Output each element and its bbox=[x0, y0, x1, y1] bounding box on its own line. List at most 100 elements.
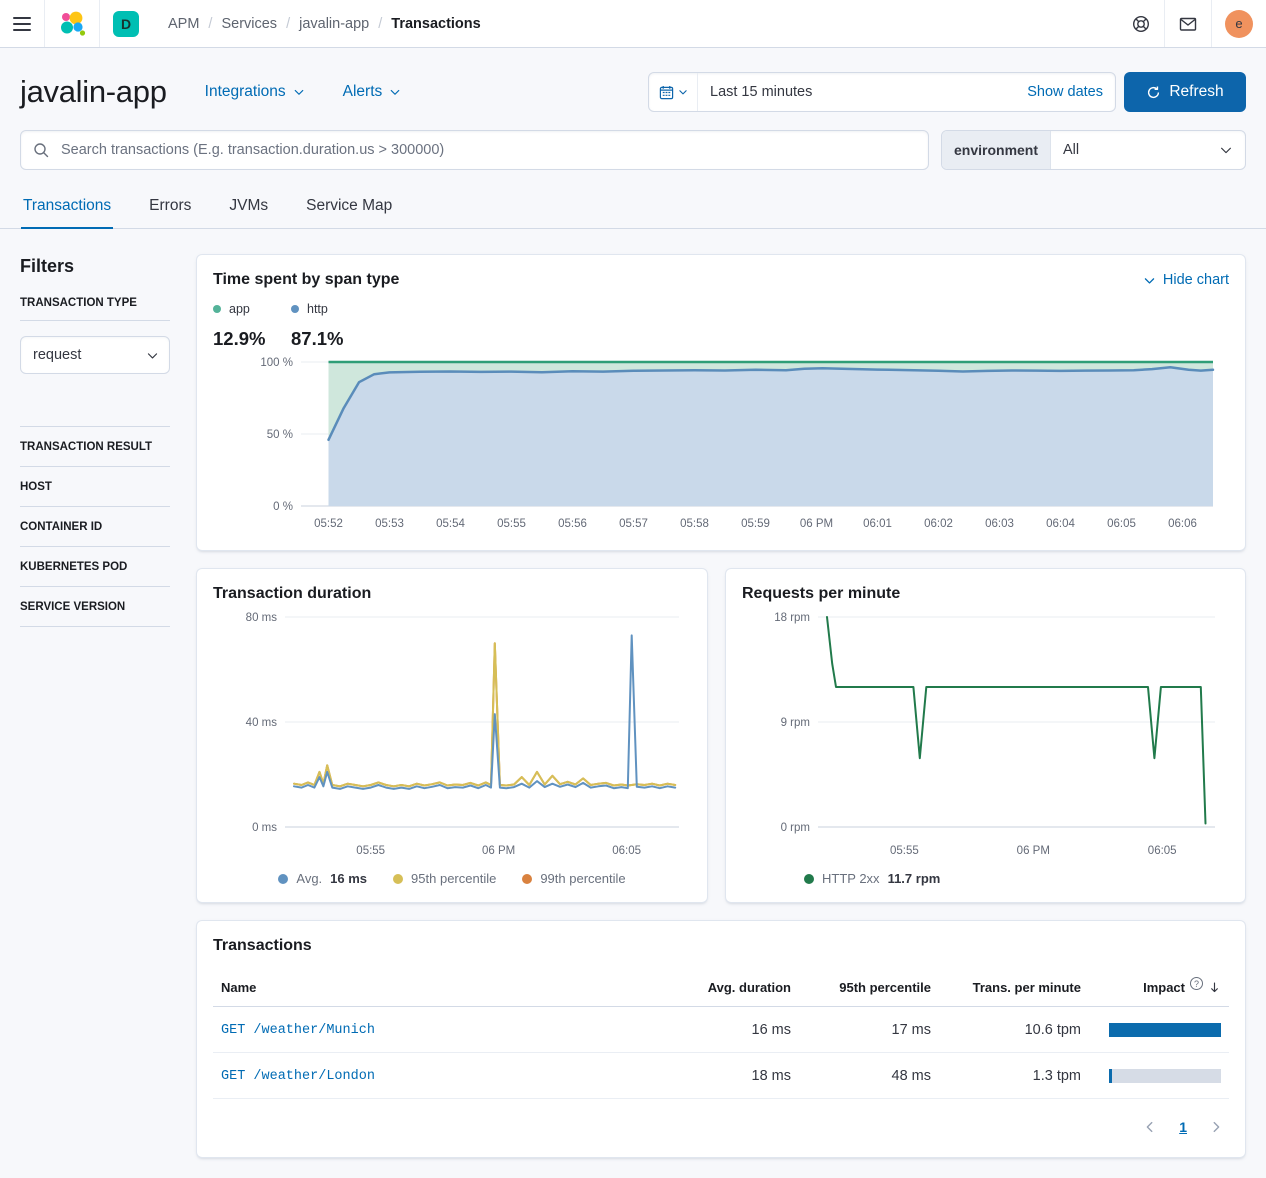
chevron-down-icon bbox=[389, 86, 401, 98]
avg-duration-value: 18 ms bbox=[669, 1053, 799, 1099]
avg-legend-dot-icon bbox=[278, 874, 288, 884]
refresh-button[interactable]: Refresh bbox=[1124, 72, 1246, 112]
svg-text:80 ms: 80 ms bbox=[246, 612, 278, 624]
search-icon bbox=[33, 142, 49, 158]
filter-section-kubernetes-pod[interactable]: KUBERNETES POD bbox=[20, 547, 170, 587]
span-type-percentages: 12.9% 87.1% bbox=[213, 328, 1229, 350]
svg-text:05:57: 05:57 bbox=[619, 518, 648, 530]
integrations-menu[interactable]: Integrations bbox=[205, 83, 305, 101]
legend-item-99th[interactable]: 99th percentile bbox=[522, 871, 625, 886]
transaction-type-select[interactable]: request bbox=[20, 336, 170, 374]
previous-page-icon[interactable] bbox=[1143, 1120, 1157, 1134]
date-quick-select-button[interactable] bbox=[649, 73, 698, 111]
environment-select[interactable]: environment All bbox=[941, 130, 1246, 170]
chevron-down-icon bbox=[1143, 274, 1156, 287]
super-date-picker: Last 15 minutes Show dates bbox=[648, 72, 1116, 112]
span-type-chart[interactable]: 0 %50 %100 %05:5205:5305:5405:5505:5605:… bbox=[213, 354, 1229, 534]
column-header-impact[interactable]: Impact ? bbox=[1089, 969, 1229, 1007]
impact-help-icon[interactable]: ? bbox=[1190, 977, 1203, 990]
svg-text:9 rpm: 9 rpm bbox=[781, 717, 810, 729]
show-dates-button[interactable]: Show dates bbox=[1015, 73, 1115, 111]
filter-section-container-id[interactable]: CONTAINER ID bbox=[20, 507, 170, 547]
svg-text:06 PM: 06 PM bbox=[482, 845, 515, 857]
filter-section-service-version[interactable]: SERVICE VERSION bbox=[20, 587, 170, 627]
help-icon[interactable] bbox=[1118, 0, 1164, 47]
time-range-display[interactable]: Last 15 minutes bbox=[698, 73, 1015, 111]
calendar-icon bbox=[659, 85, 674, 100]
filter-section-transaction-result[interactable]: TRANSACTION RESULT bbox=[20, 427, 170, 467]
avg-duration-value: 16 ms bbox=[669, 1007, 799, 1053]
svg-text:05:56: 05:56 bbox=[558, 518, 587, 530]
svg-text:05:59: 05:59 bbox=[741, 518, 770, 530]
legend-item-app[interactable]: app bbox=[213, 302, 291, 316]
breadcrumb-services[interactable]: Services bbox=[221, 16, 277, 32]
tab-errors[interactable]: Errors bbox=[147, 186, 193, 228]
elastic-logo-icon[interactable] bbox=[45, 0, 99, 47]
column-header-95th-percentile[interactable]: 95th percentile bbox=[799, 969, 939, 1007]
legend-item-avg[interactable]: Avg. 16 ms bbox=[278, 871, 367, 886]
breadcrumb: APM / Services / javalin-app / Transacti… bbox=[152, 16, 481, 32]
search-row: environment All bbox=[0, 122, 1266, 170]
avatar[interactable]: e bbox=[1225, 10, 1253, 38]
p95-legend-label: 95th percentile bbox=[411, 871, 496, 886]
requests-per-minute-card: Requests per minute 0 rpm9 rpm18 rpm05:5… bbox=[725, 568, 1246, 903]
transaction-link-london[interactable]: GET /weather/London bbox=[221, 1069, 375, 1084]
newsfeed-icon[interactable] bbox=[1165, 0, 1211, 47]
requests-per-minute-title: Requests per minute bbox=[742, 585, 1229, 603]
tab-jvms[interactable]: JVMs bbox=[227, 186, 270, 228]
svg-text:06 PM: 06 PM bbox=[1017, 845, 1050, 857]
transaction-duration-title: Transaction duration bbox=[213, 585, 691, 603]
user-menu[interactable]: e bbox=[1212, 0, 1266, 47]
breadcrumb-service-name[interactable]: javalin-app bbox=[299, 16, 369, 32]
column-header-trans-per-minute[interactable]: Trans. per minute bbox=[939, 969, 1089, 1007]
legend-item-http-2xx[interactable]: HTTP 2xx 11.7 rpm bbox=[804, 871, 940, 886]
tab-transactions[interactable]: Transactions bbox=[21, 186, 113, 229]
http-2xx-legend-dot-icon bbox=[804, 874, 814, 884]
search-input[interactable] bbox=[20, 130, 929, 170]
transactions-title: Transactions bbox=[213, 937, 1229, 955]
tab-service-map[interactable]: Service Map bbox=[304, 186, 394, 228]
impact-bar bbox=[1109, 1069, 1221, 1083]
breadcrumb-apm[interactable]: APM bbox=[168, 16, 199, 32]
transaction-duration-chart[interactable]: 0 ms40 ms80 ms05:5506 PM06:05 bbox=[213, 603, 691, 861]
svg-text:06:04: 06:04 bbox=[1046, 518, 1075, 530]
filter-section-host[interactable]: HOST bbox=[20, 467, 170, 507]
transaction-duration-legend: Avg. 16 ms 95th percentile 99th percenti… bbox=[213, 871, 691, 886]
alerts-menu[interactable]: Alerts bbox=[343, 83, 402, 101]
column-header-name[interactable]: Name bbox=[213, 969, 669, 1007]
refresh-icon bbox=[1146, 85, 1161, 100]
next-page-icon[interactable] bbox=[1209, 1120, 1223, 1134]
legend-item-95th[interactable]: 95th percentile bbox=[393, 871, 496, 886]
hide-chart-button[interactable]: Hide chart bbox=[1143, 272, 1229, 288]
svg-text:05:52: 05:52 bbox=[314, 518, 343, 530]
transaction-link-munich[interactable]: GET /weather/Munich bbox=[221, 1023, 375, 1038]
page-title: javalin-app bbox=[20, 74, 167, 110]
svg-text:06:05: 06:05 bbox=[612, 845, 641, 857]
http-legend-dot-icon bbox=[291, 305, 299, 313]
page-number[interactable]: 1 bbox=[1179, 1119, 1187, 1135]
svg-text:06:03: 06:03 bbox=[985, 518, 1014, 530]
menu-icon[interactable] bbox=[0, 0, 44, 47]
svg-text:05:55: 05:55 bbox=[356, 845, 385, 857]
chevron-down-icon bbox=[1219, 143, 1233, 157]
requests-per-minute-chart[interactable]: 0 rpm9 rpm18 rpm05:5506 PM06:05 bbox=[742, 603, 1229, 861]
space-switcher[interactable]: D bbox=[100, 0, 152, 47]
hide-chart-label: Hide chart bbox=[1163, 272, 1229, 288]
requests-per-minute-legend: HTTP 2xx 11.7 rpm bbox=[804, 871, 1229, 886]
space-badge[interactable]: D bbox=[113, 11, 139, 37]
p99-legend-label: 99th percentile bbox=[540, 871, 625, 886]
column-header-avg-duration[interactable]: Avg. duration bbox=[669, 969, 799, 1007]
avg-legend-value: 16 ms bbox=[330, 871, 367, 886]
legend-item-http[interactable]: http bbox=[291, 302, 369, 316]
svg-text:06 PM: 06 PM bbox=[800, 518, 833, 530]
p95-value: 48 ms bbox=[799, 1053, 939, 1099]
svg-text:06:05: 06:05 bbox=[1107, 518, 1136, 530]
integrations-label: Integrations bbox=[205, 83, 286, 101]
transaction-type-value: request bbox=[33, 347, 81, 363]
breadcrumb-separator: / bbox=[208, 16, 212, 32]
svg-text:06:01: 06:01 bbox=[863, 518, 892, 530]
svg-text:06:02: 06:02 bbox=[924, 518, 953, 530]
svg-text:18 rpm: 18 rpm bbox=[774, 612, 810, 624]
p95-legend-dot-icon bbox=[393, 874, 403, 884]
pagination: 1 bbox=[213, 1099, 1229, 1141]
